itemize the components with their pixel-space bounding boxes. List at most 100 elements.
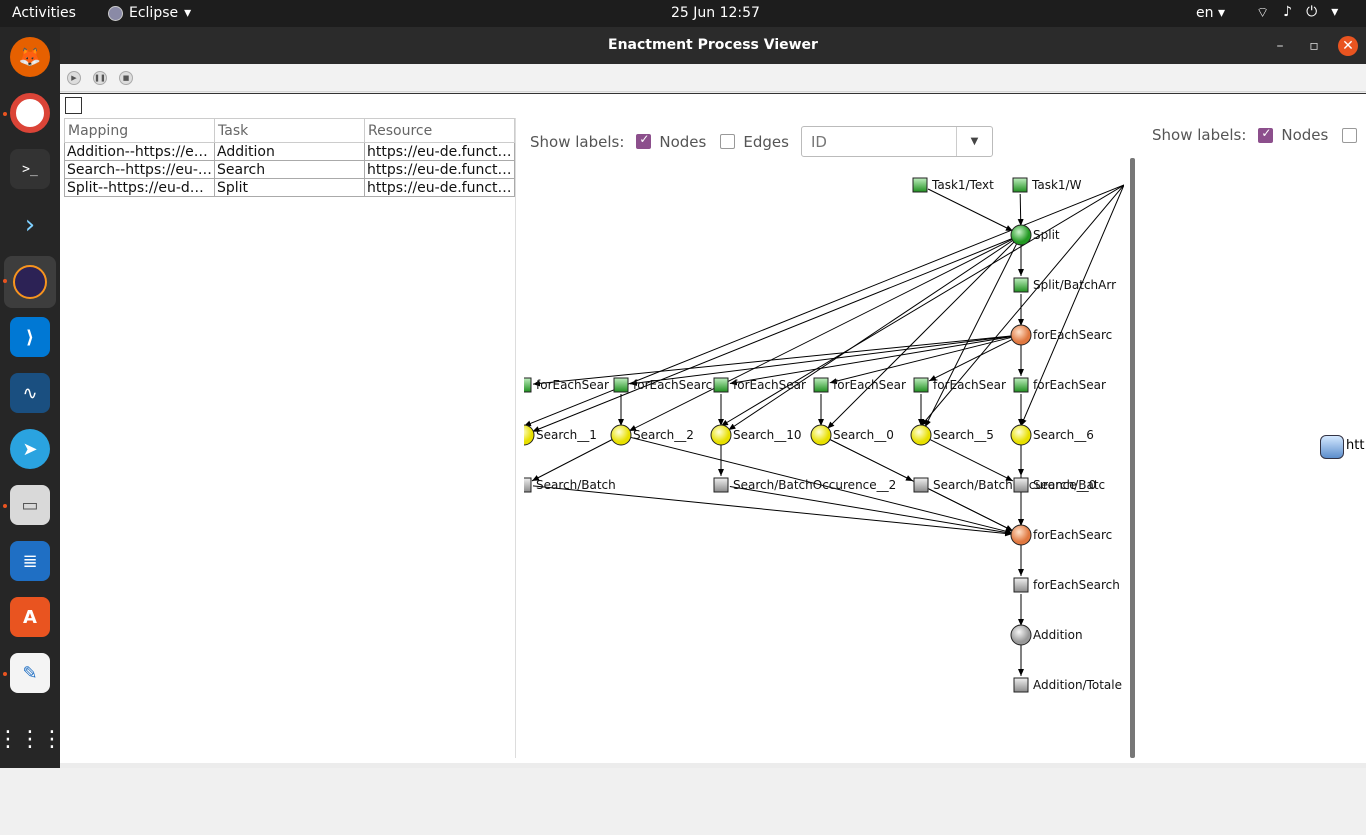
graph-node-shape: [1010, 524, 1032, 546]
graph-node[interactable]: Search__5: [910, 424, 994, 446]
table-row[interactable]: Search--https://eu-de.functions... Searc…: [64, 160, 515, 179]
playback-toolbar: ▶ ❚❚ ■: [60, 64, 1366, 92]
matlab-icon[interactable]: ∿: [10, 373, 50, 413]
graph-node-shape: [813, 377, 829, 393]
chrome-icon[interactable]: [10, 93, 50, 133]
graph-node-shape: [524, 424, 535, 446]
process-graph[interactable]: Task1/Text Task1/W Split Split/BatchArr forE…: [524, 118, 1124, 758]
graph-node-label: Search__2: [633, 428, 694, 442]
column-header-mapping[interactable]: Mapping: [64, 118, 215, 143]
eclipse-dock-icon[interactable]: [4, 256, 56, 308]
graph-node[interactable]: Search/BatchOccurence__2: [713, 477, 896, 493]
graph-node-label: Search/Batc: [1033, 478, 1105, 492]
document-icon[interactable]: ≣: [10, 541, 50, 581]
graph-node[interactable]: forEachSear: [913, 377, 1006, 393]
nodes-checkbox-label: Nodes: [1281, 126, 1329, 144]
graph-node-label: Addition/Totale: [1033, 678, 1122, 692]
terminal-icon[interactable]: >_: [10, 149, 50, 189]
app-menu[interactable]: Eclipse ▾: [108, 5, 191, 21]
graph-node[interactable]: forEachSear: [524, 377, 609, 393]
graph-node[interactable]: Task1/Text: [912, 177, 994, 193]
files-icon[interactable]: ▭: [10, 485, 50, 525]
clock[interactable]: 25 Jun 12:57: [671, 5, 760, 21]
graph-node[interactable]: forEachSearc: [1010, 324, 1112, 346]
graph-node-label: forEachSearch: [1033, 578, 1120, 592]
graph-node-shape: [910, 424, 932, 446]
graph-node-label: Search__1: [536, 428, 597, 442]
graph-node-label: Task1/W: [1031, 178, 1082, 192]
volume-icon: ♪: [1283, 4, 1293, 20]
graph-node[interactable]: Search__2: [610, 424, 694, 446]
chevron-down-icon: ▾: [184, 5, 192, 21]
graph-node-shape: [1013, 277, 1029, 293]
graph-node[interactable]: Search/Batch: [524, 477, 616, 493]
text-editor-icon[interactable]: ✎: [10, 653, 50, 693]
graph-node[interactable]: Split/BatchArr: [1013, 277, 1116, 293]
graph-node[interactable]: forEachSearc: [1010, 524, 1112, 546]
graph-node-shape: [713, 377, 729, 393]
graph-edge: [1017, 193, 1024, 227]
nodes-checkbox[interactable]: [1258, 126, 1274, 143]
column-header-resource[interactable]: Resource: [364, 118, 515, 143]
graph-node[interactable]: forEachSear: [713, 377, 806, 393]
chevron-down-icon: ▾: [1331, 4, 1339, 20]
graph-node[interactable]: forEachSearch: [1013, 577, 1120, 593]
graph-node[interactable]: Search/Batc: [1013, 477, 1105, 493]
graph-node[interactable]: Search__6: [1010, 424, 1094, 446]
toggle-checkbox[interactable]: [65, 97, 82, 114]
network-icon: ⌔: [1256, 5, 1270, 21]
resource-node[interactable]: [1320, 435, 1344, 459]
horizontal-scrollbar[interactable]: [60, 830, 1366, 835]
graph-node-shape: [1010, 224, 1032, 246]
app-menu-label: Eclipse: [129, 5, 179, 21]
stop-button[interactable]: ■: [119, 71, 133, 85]
graph-node[interactable]: forEachSear: [1013, 377, 1106, 393]
running-indicator: [3, 279, 7, 283]
graph-node[interactable]: forEachSear: [813, 377, 906, 393]
column-header-task[interactable]: Task: [214, 118, 365, 143]
graph-node-label: forEachSearc: [1033, 328, 1112, 342]
activities-button[interactable]: Activities: [12, 5, 76, 21]
edges-checkbox[interactable]: [1342, 127, 1358, 143]
graph-node[interactable]: Search__1: [524, 424, 597, 446]
firefox-icon[interactable]: 🦊: [10, 37, 50, 77]
graph-node[interactable]: Search__10: [710, 424, 802, 446]
graph-node-shape: [710, 424, 732, 446]
minimize-button[interactable]: –: [1270, 36, 1290, 56]
graph-node-shape: [1010, 624, 1032, 646]
mapping-table-panel: Mapping Task Resource Addition--https://…: [64, 118, 516, 758]
graph-node[interactable]: Addition/Totale: [1013, 677, 1122, 693]
graph-node-label: Search__10: [733, 428, 802, 442]
system-tray[interactable]: ⌔ ♪ ⏻ ▾: [1256, 4, 1338, 22]
language-indicator[interactable]: en ▾: [1196, 5, 1225, 21]
remote-icon[interactable]: ›: [10, 205, 50, 245]
graph-node[interactable]: Search__0: [810, 424, 894, 446]
vscode-icon[interactable]: ⟩: [10, 317, 50, 357]
graph-node[interactable]: forEachSearc: [613, 377, 712, 393]
graph-node[interactable]: Addition: [1010, 624, 1083, 646]
graph-node[interactable]: Split: [1010, 224, 1060, 246]
graph-node-label: Addition: [1033, 628, 1083, 642]
telegram-icon[interactable]: ➤: [10, 429, 50, 469]
app-grid-icon[interactable]: ⋮⋮⋮: [0, 719, 63, 759]
close-button[interactable]: ✕: [1338, 36, 1358, 56]
graph-node-shape: [912, 177, 928, 193]
power-icon: ⏻: [1306, 4, 1318, 20]
graph-node-shape: [1013, 477, 1029, 493]
maximize-button[interactable]: ▫: [1304, 36, 1324, 56]
graph-node[interactable]: Task1/W: [1012, 177, 1082, 193]
graph-node-label: Search/BatchOccurence__2: [733, 478, 896, 492]
graph-edge: [531, 438, 614, 482]
table-row[interactable]: Split--https://eu-de.functions... Split …: [64, 178, 515, 197]
play-button[interactable]: ▶: [67, 71, 81, 85]
table-row[interactable]: Addition--https://eu-de.functions... Add…: [64, 142, 515, 161]
vertical-scrollbar[interactable]: [1130, 158, 1135, 758]
software-store-icon[interactable]: A: [10, 597, 50, 637]
pause-button[interactable]: ❚❚: [93, 71, 107, 85]
enactment-window: Enactment Process Viewer – ▫ ✕ ▶ ❚❚ ■ Ma…: [60, 27, 1366, 835]
eclipse-icon: [108, 5, 123, 21]
cell-resource: https://eu-de.functions...: [364, 160, 515, 179]
graph-node-shape: [713, 477, 729, 493]
cell-resource: https://eu-de.functions...: [364, 178, 515, 197]
label-controls-secondary: Show labels: Nodes Ed: [1152, 126, 1366, 145]
